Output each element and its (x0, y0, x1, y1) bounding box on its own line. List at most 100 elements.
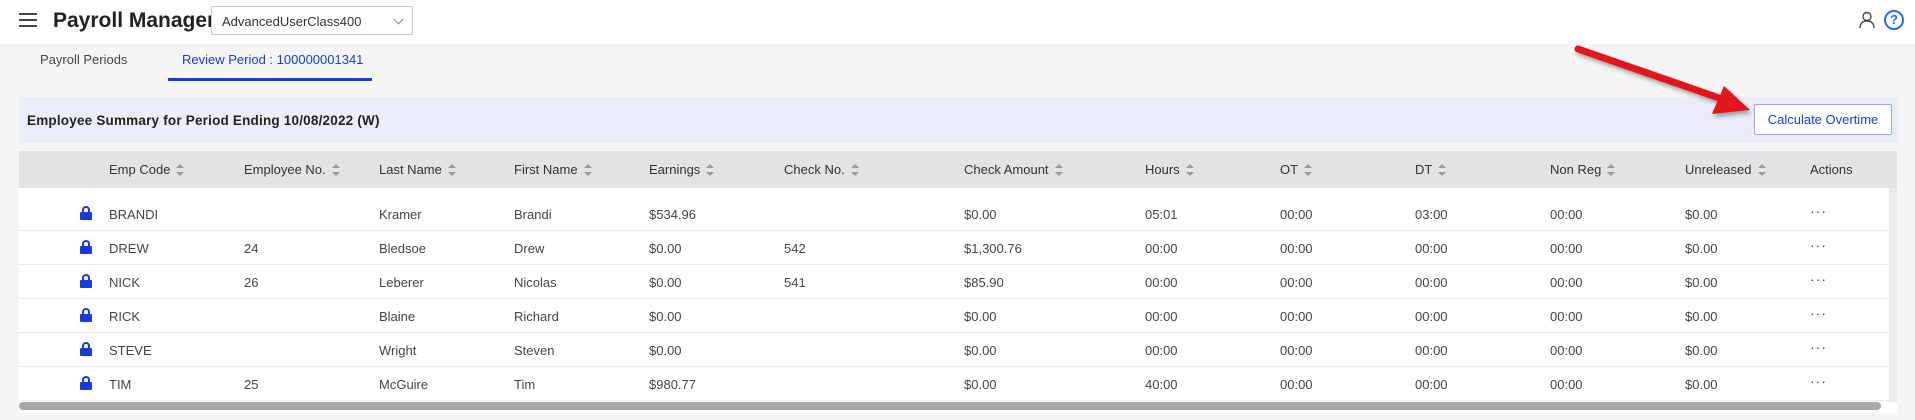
cell-dt: 00:00 (1415, 343, 1448, 358)
cell-last-name: Wright (379, 343, 417, 358)
active-tab-indicator (168, 78, 372, 81)
chevron-down-icon (393, 14, 404, 25)
cell-non-reg: 00:00 (1550, 309, 1583, 324)
column-header-actions: Actions (1810, 162, 1853, 177)
table-row[interactable]: NICK 26 Leberer Nicolas $0.00 541 $85.90… (19, 265, 1897, 299)
cell-unreleased: $0.00 (1685, 207, 1718, 222)
tab-payroll-periods[interactable]: Payroll Periods (40, 52, 127, 67)
cell-last-name: Bledsoe (379, 241, 426, 256)
table-row[interactable]: RICK Blaine Richard $0.00 $0.00 00:00 00… (19, 299, 1897, 333)
summary-title: Employee Summary for Period Ending 10/08… (27, 113, 380, 128)
cell-check-amount: $0.00 (964, 309, 997, 324)
column-header-earnings[interactable]: Earnings (649, 162, 715, 177)
top-bar: Payroll Manager AdvancedUserClass400 ? (0, 0, 1915, 44)
cell-ot: 00:00 (1280, 309, 1313, 324)
column-header-last-name[interactable]: Last Name (379, 162, 456, 177)
lock-icon (80, 240, 92, 254)
cell-first-name: Richard (514, 309, 559, 324)
lock-icon (80, 376, 92, 390)
sort-icon (331, 164, 340, 176)
cell-non-reg: 00:00 (1550, 207, 1583, 222)
cell-check-amount: $85.90 (964, 275, 1004, 290)
cell-check-amount: $0.00 (964, 343, 997, 358)
cell-dt: 00:00 (1415, 309, 1448, 324)
employee-summary-table: Emp Code Employee No. Last Name First Na… (19, 151, 1897, 413)
cell-check-amount: $0.00 (964, 377, 997, 392)
user-icon[interactable] (1858, 11, 1876, 29)
calculate-overtime-button[interactable]: Calculate Overtime (1754, 104, 1892, 135)
cell-non-reg: 00:00 (1550, 241, 1583, 256)
tab-review-period[interactable]: Review Period : 100000001341 (182, 52, 363, 67)
cell-earnings: $0.00 (649, 309, 682, 324)
cell-ot: 00:00 (1280, 207, 1313, 222)
sort-icon (447, 164, 456, 176)
user-class-select[interactable]: AdvancedUserClass400 (211, 6, 413, 35)
table-row[interactable]: BRANDI Kramer Brandi $534.96 $0.00 05:01… (19, 197, 1897, 231)
cell-hours: 00:00 (1145, 309, 1178, 324)
table-row[interactable]: DREW 24 Bledsoe Drew $0.00 542 $1,300.76… (19, 231, 1897, 265)
cell-earnings: $0.00 (649, 343, 682, 358)
column-header-ot[interactable]: OT (1280, 162, 1313, 177)
cell-last-name: McGuire (379, 377, 429, 392)
horizontal-scrollbar-thumb[interactable] (19, 402, 1881, 410)
row-actions-button[interactable]: ··· (1810, 339, 1827, 355)
cell-check-no: 541 (784, 275, 806, 290)
column-header-emp-code[interactable]: Emp Code (109, 162, 185, 177)
cell-dt: 00:00 (1415, 241, 1448, 256)
cell-emp-code: STEVE (109, 343, 152, 358)
cell-unreleased: $0.00 (1685, 377, 1718, 392)
cell-emp-code: DREW (109, 241, 149, 256)
cell-emp-code: RICK (109, 309, 141, 324)
cell-ot: 00:00 (1280, 241, 1313, 256)
horizontal-scrollbar[interactable] (19, 402, 1881, 410)
lock-icon (80, 274, 92, 288)
lock-icon (80, 308, 92, 322)
row-actions-button[interactable]: ··· (1810, 203, 1827, 219)
cell-emp-code: BRANDI (109, 207, 159, 222)
cell-hours: 05:01 (1145, 207, 1178, 222)
cell-earnings: $0.00 (649, 241, 682, 256)
cell-dt: 00:00 (1415, 275, 1448, 290)
column-header-label: First Name (514, 162, 578, 177)
cell-non-reg: 00:00 (1550, 377, 1583, 392)
row-actions-button[interactable]: ··· (1810, 373, 1827, 389)
table-row[interactable]: TIM 25 McGuire Tim $980.77 $0.00 40:00 0… (19, 367, 1897, 401)
cell-employee-no: 25 (244, 377, 259, 392)
cell-unreleased: $0.00 (1685, 309, 1718, 324)
hamburger-menu-icon[interactable] (19, 13, 37, 27)
column-header-label: OT (1280, 162, 1299, 177)
sort-icon (176, 164, 185, 176)
cell-check-amount: $1,300.76 (964, 241, 1022, 256)
column-header-check-no[interactable]: Check No. (784, 162, 859, 177)
column-header-employee-no[interactable]: Employee No. (244, 162, 340, 177)
table-body: BRANDI Kramer Brandi $534.96 $0.00 05:01… (19, 197, 1897, 401)
column-header-check-amount[interactable]: Check Amount (964, 162, 1063, 177)
row-actions-button[interactable]: ··· (1810, 271, 1827, 287)
lock-icon (80, 206, 92, 220)
table-row[interactable]: STEVE Wright Steven $0.00 $0.00 00:00 00… (19, 333, 1897, 367)
column-header-non-reg[interactable]: Non Reg (1550, 162, 1616, 177)
cell-employee-no: 24 (244, 241, 259, 256)
vertical-scrollbar[interactable] (1889, 188, 1897, 402)
lock-icon (80, 342, 92, 356)
column-header-hours[interactable]: Hours (1145, 162, 1194, 177)
column-header-label: Check No. (784, 162, 845, 177)
cell-last-name: Kramer (379, 207, 422, 222)
cell-unreleased: $0.00 (1685, 343, 1718, 358)
column-header-dt[interactable]: DT (1415, 162, 1447, 177)
row-actions-button[interactable]: ··· (1810, 237, 1827, 253)
app-title: Payroll Manager (53, 9, 216, 32)
column-header-label: DT (1415, 162, 1433, 177)
user-class-select-value: AdvancedUserClass400 (222, 14, 362, 29)
sort-icon (1304, 164, 1313, 176)
sort-icon (850, 164, 859, 176)
row-actions-button[interactable]: ··· (1810, 305, 1827, 321)
column-header-unreleased[interactable]: Unreleased (1685, 162, 1766, 177)
red-arrow-icon (1574, 45, 1750, 114)
cell-last-name: Blaine (379, 309, 416, 324)
column-header-first-name[interactable]: First Name (514, 162, 592, 177)
cell-first-name: Tim (514, 377, 536, 392)
sort-icon (583, 164, 592, 176)
cell-unreleased: $0.00 (1685, 275, 1718, 290)
help-icon[interactable]: ? (1884, 10, 1904, 30)
